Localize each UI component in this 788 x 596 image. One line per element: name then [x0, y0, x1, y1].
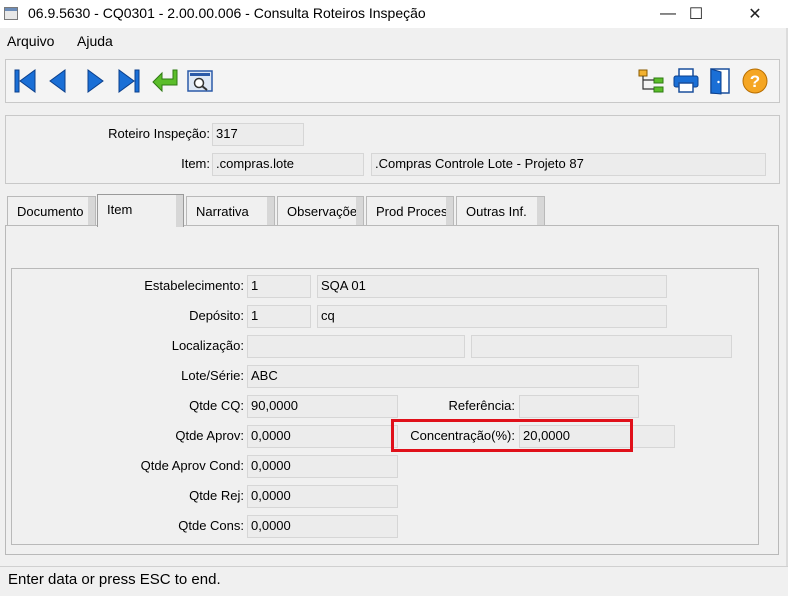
tab-label: Narrativa	[196, 204, 249, 219]
estabelecimento-name-field[interactable]: SQA 01	[317, 275, 667, 298]
deposito-label: Depósito:	[189, 308, 244, 323]
roteiro-label: Roteiro Inspeção:	[108, 126, 210, 141]
qtde-cq-field[interactable]: 90,0000	[247, 395, 398, 418]
qtde-aprov-cond-field[interactable]: 0,0000	[247, 455, 398, 478]
localizacao-field-2[interactable]	[471, 335, 732, 358]
tab-label: Documento	[17, 204, 84, 219]
structure-icon[interactable]	[637, 67, 665, 95]
tab-label: Observaçõe	[287, 204, 358, 219]
tab-label: Prod Proces	[376, 204, 448, 219]
menu-bar	[0, 28, 788, 54]
next-record-icon[interactable]	[81, 67, 109, 95]
estabelecimento-label: Estabelecimento:	[144, 278, 244, 293]
lote-serie-field[interactable]: ABC	[247, 365, 639, 388]
exit-icon[interactable]	[706, 67, 734, 95]
first-record-icon[interactable]	[11, 67, 39, 95]
tab-prod-processo[interactable]: Prod Proces	[366, 196, 454, 225]
roteiro-field[interactable]: 317	[212, 123, 304, 146]
referencia-field[interactable]	[519, 395, 639, 418]
qtde-cons-field[interactable]: 0,0000	[247, 515, 398, 538]
status-message: Enter data or press ESC to end.	[8, 571, 221, 588]
qtde-aprov-cond-label: Qtde Aprov Cond:	[140, 458, 244, 473]
deposito-name-field[interactable]: cq	[317, 305, 667, 328]
print-icon[interactable]	[672, 67, 700, 95]
menu-arquivo[interactable]: Arquivo	[7, 33, 54, 49]
tab-observacoes[interactable]: Observaçõe	[277, 196, 364, 225]
item-label: Item:	[181, 156, 210, 171]
lote-serie-label: Lote/Série:	[181, 368, 244, 383]
item-description-field[interactable]: .Compras Controle Lote - Projeto 87	[371, 153, 766, 176]
qtde-cq-label: Qtde CQ:	[189, 398, 244, 413]
tab-item[interactable]: Item	[97, 194, 184, 227]
help-icon[interactable]: ?	[741, 67, 769, 95]
tab-narrativa[interactable]: Narrativa	[186, 196, 275, 225]
deposito-code-field[interactable]: 1	[247, 305, 311, 328]
qtde-rej-field[interactable]: 0,0000	[247, 485, 398, 508]
search-icon[interactable]	[186, 67, 214, 95]
tab-label: Item	[107, 202, 133, 217]
estabelecimento-code-field[interactable]: 1	[247, 275, 311, 298]
referencia-label: Referência:	[448, 398, 515, 413]
go-to-icon[interactable]	[151, 67, 179, 95]
qtde-aprov-field[interactable]: 0,0000	[247, 425, 398, 448]
localizacao-label: Localização:	[171, 338, 244, 353]
last-record-icon[interactable]	[115, 67, 143, 95]
app-icon	[4, 7, 18, 20]
tab-label: Outras Inf.	[466, 204, 527, 219]
tab-documento[interactable]: Documento	[7, 196, 96, 225]
svg-text:?: ?	[750, 72, 760, 91]
previous-record-icon[interactable]	[45, 67, 73, 95]
localizacao-field-1[interactable]	[247, 335, 465, 358]
highlight-box	[391, 419, 633, 452]
menu-ajuda[interactable]: Ajuda	[77, 33, 113, 49]
tab-outras-informacoes[interactable]: Outras Inf.	[456, 196, 545, 225]
maximize-button[interactable]: ☐	[673, 0, 719, 28]
qtde-cons-label: Qtde Cons:	[178, 518, 244, 533]
close-button[interactable]: ✕	[732, 0, 778, 28]
qtde-rej-label: Qtde Rej:	[189, 488, 244, 503]
qtde-aprov-label: Qtde Aprov:	[175, 428, 244, 443]
window-title: 06.9.5630 - CQ0301 - 2.00.00.006 - Consu…	[28, 5, 426, 21]
item-code-field[interactable]: .compras.lote	[212, 153, 364, 176]
